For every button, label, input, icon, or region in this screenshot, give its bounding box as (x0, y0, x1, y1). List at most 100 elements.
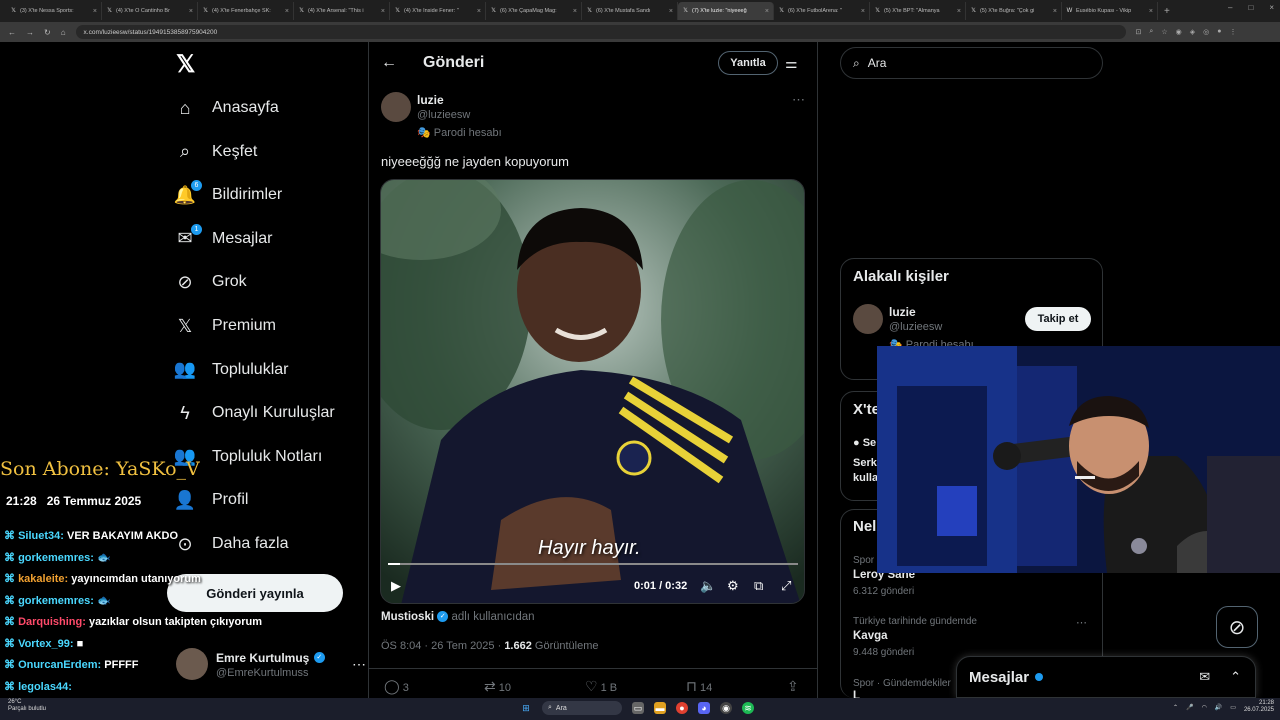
extension-icon[interactable]: ◈ (1190, 28, 1195, 36)
back-icon[interactable]: ← (8, 28, 16, 37)
browser-tab[interactable]: 𝕏 (6) X'te ÇapaMag Mag: × (486, 2, 582, 20)
browser-tab[interactable]: 𝕏 (4) X'te O Cantinho Br × (102, 2, 198, 20)
browser-tab[interactable]: W Eusébio Kupası - Vikip × (1062, 2, 1158, 20)
browser-tab[interactable]: 𝕏 (5) X'te BPT: "Almanya × (870, 2, 966, 20)
close-icon[interactable]: × (477, 8, 481, 15)
browser-tab[interactable]: 𝕏 (4) X'te Arsenal: "This i × (294, 2, 390, 20)
more-icon[interactable]: ⋯ (352, 656, 366, 673)
messages-drawer[interactable]: Mesajlar ✉ ⌃ (956, 656, 1256, 698)
spotify-icon[interactable]: ≋ (742, 702, 754, 714)
avatar[interactable] (853, 304, 883, 334)
home-icon[interactable]: ⌂ (61, 28, 66, 37)
settings-icon[interactable]: ⚙ (727, 578, 739, 594)
sidebar-item-anasayfa[interactable]: ⌂ Anasayfa (174, 97, 279, 119)
forward-icon[interactable]: → (26, 28, 34, 37)
browser-tab[interactable]: 𝕏 (3) X'te Nessa Sports: × (6, 2, 102, 20)
author-handle[interactable]: @luzieesw (417, 109, 470, 121)
mic-icon[interactable]: 🎤 (1186, 704, 1193, 711)
author-name[interactable]: luzie (417, 93, 444, 107)
news-source[interactable]: ● Se (853, 437, 876, 449)
back-arrow-icon[interactable]: ← (381, 54, 397, 72)
chrome-icon[interactable]: ● (676, 702, 688, 714)
close-icon[interactable]: × (285, 8, 289, 15)
sidebar-item-premium[interactable]: 𝕏 Premium (174, 315, 276, 337)
new-tab-icon[interactable]: + (1164, 6, 1170, 17)
sidebar-item-daha-fazla[interactable]: ⊙ Daha fazla (174, 533, 288, 555)
sidebar-item-grok[interactable]: ⊘ Grok (174, 271, 246, 293)
close-icon[interactable]: × (189, 8, 193, 15)
bookmark-action[interactable]: ⊓ 14 (686, 678, 712, 695)
close-window-icon[interactable]: × (1269, 3, 1274, 12)
maximize-icon[interactable]: □ (1248, 3, 1253, 12)
related-handle[interactable]: @luzieesw (889, 321, 942, 333)
discord-icon[interactable]: ◕ (698, 702, 710, 714)
chevron-up-icon[interactable]: ⌃ (1173, 704, 1178, 711)
close-icon[interactable]: × (1149, 8, 1153, 15)
windows-start-icon[interactable]: ⊞ (520, 702, 532, 714)
related-name[interactable]: luzie (889, 305, 916, 319)
minimize-icon[interactable]: – (1228, 3, 1232, 12)
volume-icon[interactable]: 🔊 (1215, 704, 1222, 711)
close-icon[interactable]: × (93, 8, 97, 15)
sidebar-item-mesajlar[interactable]: ✉ 1 Mesajlar (174, 223, 272, 250)
app-icon[interactable]: ◉ (720, 702, 732, 714)
browser-tab[interactable]: 𝕏 (5) X'te Buğra: "Çok gi × (966, 2, 1062, 20)
follow-button[interactable]: Takip et (1025, 307, 1091, 331)
new-message-icon[interactable]: ✉ (1199, 669, 1210, 685)
browser-tab[interactable]: 𝕏 (7) X'te luzie: "niyeeeğ × (678, 2, 774, 20)
url-field[interactable]: x.com/luzieesw/status/194915385897590420… (75, 25, 1126, 39)
close-icon[interactable]: × (381, 8, 385, 15)
grok-button[interactable]: ⊘ (1216, 606, 1258, 648)
close-icon[interactable]: × (1053, 8, 1057, 15)
reload-icon[interactable]: ↻ (44, 28, 51, 37)
task-view-icon[interactable]: ▭ (632, 702, 644, 714)
install-icon[interactable]: ⊡ (1136, 28, 1142, 36)
profile-icon[interactable]: ● (1217, 28, 1221, 36)
wifi-icon[interactable]: ◠ (1202, 704, 1207, 711)
menu-icon[interactable]: ⋮ (1229, 28, 1236, 36)
pip-icon[interactable]: ⧉ (754, 578, 763, 594)
filter-icon[interactable]: ⚌ (785, 55, 798, 72)
sidebar-item-profil[interactable]: 👤 Profil (174, 489, 249, 511)
taskbar-search[interactable]: ⌕ Ara (542, 701, 622, 715)
system-clock[interactable]: 21:28 26.07.2025 (1244, 700, 1274, 714)
file-explorer-icon[interactable]: ▬ (654, 702, 666, 714)
browser-tab[interactable]: 𝕏 (4) X'te Inside Fener: " × (390, 2, 486, 20)
close-icon[interactable]: × (765, 8, 769, 15)
more-icon[interactable]: ⋯ (792, 92, 805, 108)
close-icon[interactable]: × (861, 8, 865, 15)
close-icon[interactable]: × (669, 8, 673, 15)
zoom-icon[interactable]: ⌕ (1149, 28, 1153, 36)
trend-name[interactable]: Kavga (853, 630, 888, 642)
reply-action[interactable]: ◯ 3 (384, 678, 409, 695)
play-icon[interactable]: ▶ (391, 578, 401, 594)
like-action[interactable]: ♡ 1 B (585, 678, 617, 695)
browser-tab[interactable]: 𝕏 (6) X'te Mustafa Sandı × (582, 2, 678, 20)
repost-action[interactable]: ⇄ 10 (484, 678, 511, 695)
volume-icon[interactable]: 🔈 (700, 578, 716, 594)
source-user-link[interactable]: Mustioski (381, 611, 434, 623)
extension-icon[interactable]: ◉ (1176, 28, 1182, 36)
sidebar-item-bildirimler[interactable]: 🔔 6 Bildirimler (174, 180, 282, 206)
x-logo-icon[interactable]: 𝕏 (176, 53, 198, 77)
account-switcher[interactable]: Emre Kurtulmuş ✓ @EmreKurtulmuss ⋯ (176, 646, 366, 682)
sidebar-item-onayl-kurulu-lar[interactable]: ϟ Onaylı Kuruluşlar (174, 402, 334, 424)
browser-tab[interactable]: 𝕏 (4) X'te Fenerbahçe SK: × (198, 2, 294, 20)
author-avatar[interactable] (381, 92, 411, 122)
sidebar-item-ke-fet[interactable]: ⌕ Keşfet (174, 141, 257, 163)
close-icon[interactable]: × (573, 8, 577, 15)
browser-tab[interactable]: 𝕏 (6) X'te FutbolArena: " × (774, 2, 870, 20)
news-headline[interactable]: kulla (853, 472, 878, 484)
fullscreen-icon[interactable]: ⤢ (781, 578, 791, 594)
reply-button[interactable]: Yanıtla (718, 51, 778, 75)
search-input[interactable]: ⌕ Ara (840, 47, 1103, 79)
sidebar-item-topluluklar[interactable]: 👥 Topluluklar (174, 359, 289, 381)
star-icon[interactable]: ☆ (1161, 28, 1167, 36)
battery-icon[interactable]: ▭ (1230, 704, 1236, 711)
more-icon[interactable]: ⋯ (1076, 616, 1087, 629)
video-progress-bar[interactable] (388, 563, 798, 565)
extension-icon[interactable]: ◎ (1203, 28, 1209, 36)
close-icon[interactable]: × (957, 8, 961, 15)
share-icon[interactable]: ⇪ (787, 678, 799, 695)
news-headline[interactable]: Serk (853, 457, 877, 469)
